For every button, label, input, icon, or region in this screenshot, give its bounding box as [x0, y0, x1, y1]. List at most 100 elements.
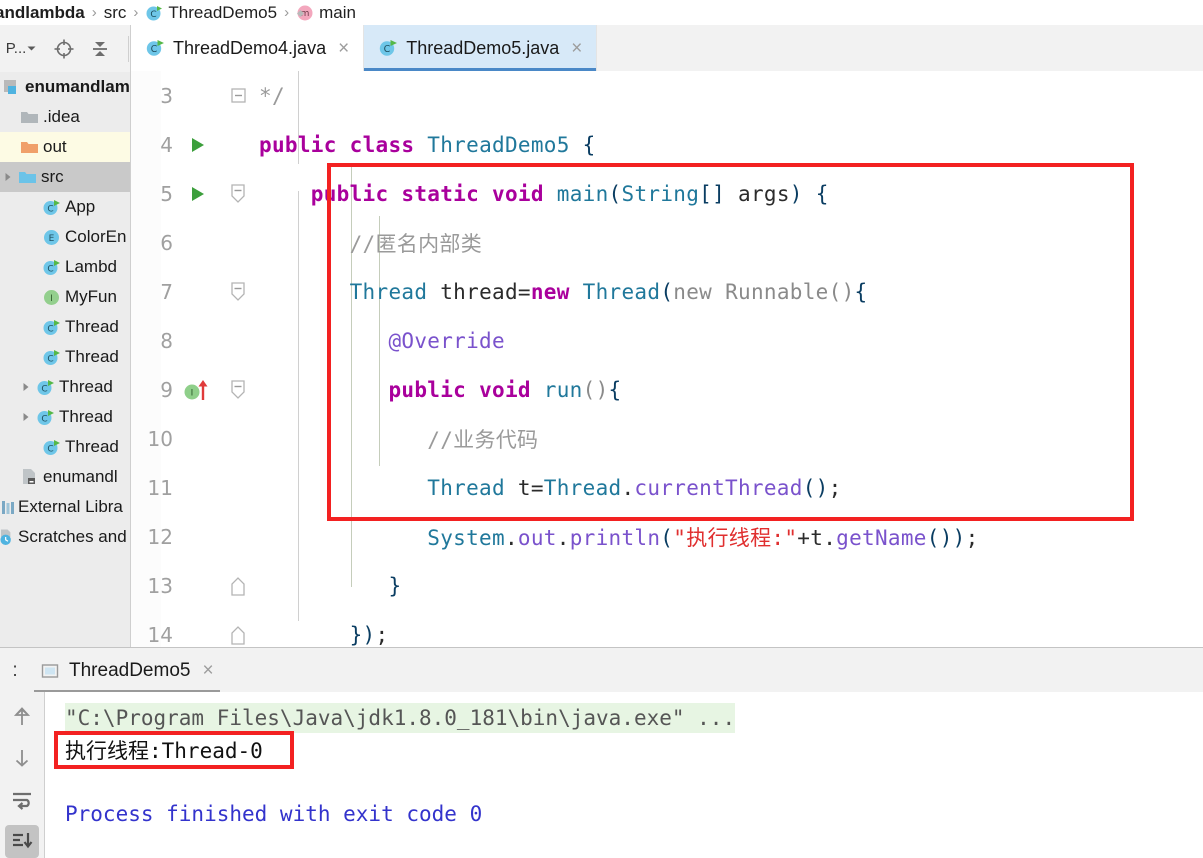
code-editor[interactable]: 3 */ 4 public class ThreadDemo5 { 5 publ… — [131, 71, 1203, 647]
code-line[interactable]: 3 */ — [131, 71, 1203, 120]
tree-item-scratches[interactable]: Scratches and — [0, 522, 130, 552]
tree-item-thread1[interactable]: C Thread — [0, 312, 130, 342]
tree-item-src[interactable]: src — [0, 162, 130, 192]
tree-item-iml[interactable]: enumandl — [0, 462, 130, 492]
code-token-public: public — [388, 377, 467, 402]
code-line[interactable]: 7 Thread thread=new Thread(new Runnable(… — [131, 267, 1203, 316]
fold-marker[interactable] — [217, 625, 259, 645]
tab-threaddemo5[interactable]: C ThreadDemo5.java × — [364, 25, 598, 71]
line-number: 11 — [147, 475, 173, 500]
locate-target-icon[interactable] — [52, 37, 76, 61]
breadcrumb-item-src[interactable]: src — [101, 3, 130, 23]
tree-item-out[interactable]: out — [0, 132, 130, 162]
scroll-to-end-icon[interactable] — [5, 824, 39, 858]
code-line[interactable]: 6 //匿名内部类 — [131, 218, 1203, 267]
console-output[interactable]: "C:\Program Files\Java\jdk1.8.0_181\bin\… — [45, 692, 1203, 858]
fold-marker[interactable] — [217, 379, 259, 400]
up-arrow-icon[interactable] — [5, 700, 39, 734]
line-number: 8 — [160, 328, 173, 353]
fold-marker[interactable] — [217, 281, 259, 302]
enum-icon: E — [40, 228, 62, 247]
down-arrow-icon[interactable] — [5, 742, 39, 776]
code-token-void: void — [479, 377, 531, 402]
tree-item-colorenum[interactable]: E ColorEn — [0, 222, 130, 252]
code-line[interactable]: 8 @Override — [131, 316, 1203, 365]
code-token-system: System — [427, 525, 505, 550]
code-line[interactable]: 14 }); — [131, 610, 1203, 647]
run-icon[interactable] — [179, 136, 217, 154]
tree-item-thread3[interactable]: C Thread — [0, 372, 130, 402]
tree-item-thread4[interactable]: C Thread — [0, 402, 130, 432]
implements-icon[interactable]: I — [179, 379, 217, 401]
code-token-thread-var: thread — [440, 279, 518, 304]
svg-text:C: C — [151, 10, 157, 20]
breadcrumb-method-label: main — [319, 2, 356, 22]
tree-item-myfunc[interactable]: I MyFun — [0, 282, 130, 312]
tree-item-lambda[interactable]: C Lambd — [0, 252, 130, 282]
code-token-thread-type: Thread — [543, 475, 622, 500]
fold-marker[interactable] — [217, 87, 259, 104]
tree-item-app[interactable]: C App — [0, 192, 130, 222]
line-number: 3 — [160, 83, 173, 108]
code-token-thread-type: Thread — [582, 279, 661, 304]
tree-item-label: enumandlam — [25, 77, 130, 96]
close-icon[interactable]: × — [202, 660, 213, 682]
code-token-getname: getName — [836, 525, 927, 550]
breadcrumb-item-module[interactable]: andlambda — [0, 3, 88, 23]
line-number: 10 — [147, 426, 173, 451]
fold-marker[interactable] — [217, 183, 259, 204]
tab-label: ThreadDemo5.java — [406, 37, 560, 58]
code-token-string: String — [621, 181, 700, 206]
console-tab-label: ThreadDemo5 — [69, 659, 191, 681]
code-line[interactable]: 12 System.out.println("执行线程:"+t.getName(… — [131, 512, 1203, 561]
tree-item-label: External Libra — [18, 497, 123, 516]
breadcrumb-item-method[interactable]: m main — [293, 3, 359, 23]
tree-item-external-libraries[interactable]: External Libra — [0, 492, 130, 522]
code-token-println: println — [569, 525, 661, 550]
svg-text:C: C — [151, 44, 158, 55]
svg-text:I: I — [191, 388, 194, 398]
fold-marker[interactable] — [217, 576, 259, 596]
chevron-right-icon[interactable] — [18, 412, 34, 422]
collapse-all-icon[interactable] — [88, 37, 112, 61]
chevron-right-icon[interactable] — [0, 172, 16, 182]
code-token-args: args — [738, 181, 790, 206]
folder-orange-icon — [18, 139, 40, 155]
tree-item-label: ColorEn — [65, 227, 127, 246]
code-token-new-grey: new — [673, 279, 713, 304]
svg-text:I: I — [50, 294, 53, 304]
code-token-string-literal: "执行线程:" — [673, 525, 798, 550]
code-line[interactable]: 10 //业务代码 — [131, 414, 1203, 463]
tree-item-module[interactable]: enumandlam — [0, 72, 130, 102]
code-token-t-var: t — [810, 525, 824, 550]
tab-threaddemo4[interactable]: C ThreadDemo4.java × — [131, 25, 365, 71]
project-tree[interactable]: enumandlam .idea out src C App E ColorEn… — [0, 72, 130, 647]
console-tab-threaddemo5[interactable]: ThreadDemo5 × — [30, 649, 224, 693]
code-line[interactable]: 13 } — [131, 561, 1203, 610]
tree-item-thread5[interactable]: C Thread — [0, 432, 130, 462]
code-line[interactable]: 5 public static void main(String[] args)… — [131, 169, 1203, 218]
code-line[interactable]: 9 I public void run(){ — [131, 365, 1203, 414]
close-icon[interactable]: × — [338, 39, 349, 58]
breadcrumb-module-label: andlambda — [0, 2, 85, 22]
breadcrumb-item-class[interactable]: C ThreadDemo5 — [142, 3, 280, 23]
close-icon[interactable]: × — [571, 39, 582, 58]
run-icon[interactable] — [179, 185, 217, 203]
line-number: 9 — [160, 377, 173, 402]
line-number: 14 — [147, 622, 173, 647]
svg-text:C: C — [41, 414, 47, 424]
soft-wrap-icon[interactable] — [5, 783, 39, 817]
chevron-right-icon[interactable] — [18, 382, 34, 392]
code-line[interactable]: 11 Thread t=Thread.currentThread(); — [131, 463, 1203, 512]
project-dropdown-icon[interactable]: P... — [2, 37, 40, 61]
folder-blue-icon — [16, 169, 38, 185]
tree-item-label: Thread — [65, 437, 119, 456]
tree-item-label: Thread — [59, 407, 113, 426]
tree-item-idea[interactable]: .idea — [0, 102, 130, 132]
class-icon: C — [34, 378, 56, 397]
tree-item-thread2[interactable]: C Thread — [0, 342, 130, 372]
code-line[interactable]: 4 public class ThreadDemo5 { — [131, 120, 1203, 169]
code-token-thread-type: Thread — [427, 475, 505, 500]
code-token-comment-anon: //匿名内部类 — [349, 231, 482, 256]
